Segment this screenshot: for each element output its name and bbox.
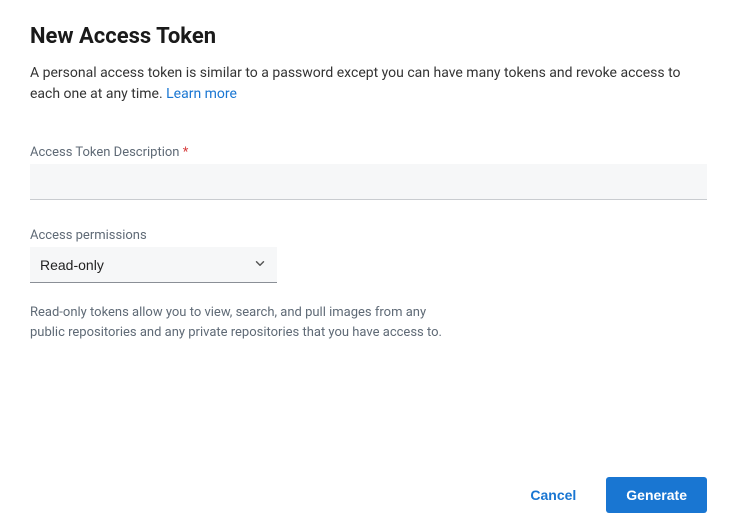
description-label: Access Token Description * [30, 145, 707, 160]
description-field-group: Access Token Description * [30, 145, 707, 200]
dialog-actions: Cancel Generate [512, 477, 707, 513]
permissions-field-group: Access permissions Read-only Read-only t… [30, 228, 707, 342]
permissions-select-wrapper: Read-only [30, 247, 277, 283]
permissions-label: Access permissions [30, 228, 707, 243]
description-text: A personal access token is similar to a … [30, 65, 681, 102]
description-input[interactable] [30, 164, 707, 200]
page-title: New Access Token [30, 24, 707, 49]
description-label-text: Access Token Description [30, 145, 183, 160]
permissions-helper-text: Read-only tokens allow you to view, sear… [30, 303, 450, 342]
generate-button[interactable]: Generate [606, 477, 707, 513]
learn-more-link[interactable]: Learn more [166, 86, 237, 102]
permissions-select[interactable]: Read-only [30, 247, 277, 283]
page-description: A personal access token is similar to a … [30, 63, 707, 105]
required-indicator: * [183, 145, 189, 160]
cancel-button[interactable]: Cancel [512, 477, 594, 513]
